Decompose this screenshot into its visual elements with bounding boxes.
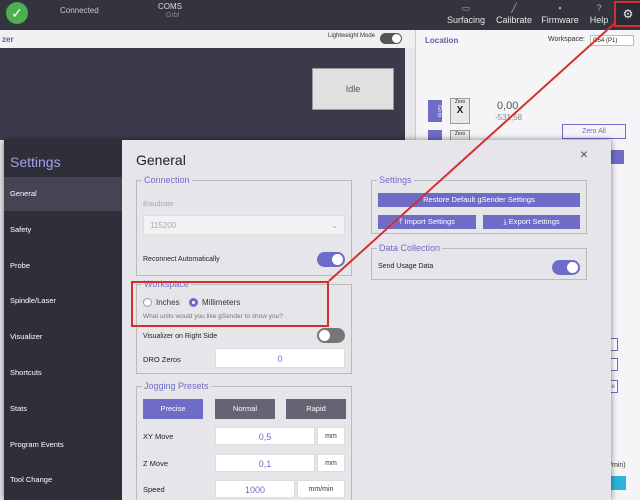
coms-label: COMS: [158, 2, 182, 11]
sidebar-item-visualizer[interactable]: Visualizer: [4, 320, 122, 354]
help-button[interactable]: ? Help: [588, 2, 610, 28]
import-settings-button[interactable]: ⤒ Import Settings: [378, 215, 476, 229]
baudrate-value: 115200: [150, 221, 177, 230]
sidebar-item-safety[interactable]: Safety: [4, 213, 122, 247]
firmware-icon: ▪: [558, 3, 562, 13]
firmware-type-label: Grbl: [166, 12, 180, 19]
annotation-highlight-box: [131, 281, 329, 327]
sidebar-item-stats[interactable]: Stats: [4, 392, 122, 426]
baudrate-select[interactable]: 115200 ⌄: [143, 215, 345, 235]
visualizer-right-label: Visualizer on Right Side: [143, 333, 218, 340]
lightweight-mode-toggle[interactable]: [380, 33, 402, 44]
location-title: Location: [425, 36, 459, 45]
sidebar-item-general[interactable]: General: [4, 177, 122, 211]
calibrate-button[interactable]: ╱ Calibrate: [494, 2, 534, 28]
upload-icon: ⤒: [399, 217, 403, 226]
visualizer-right-toggle[interactable]: [317, 328, 345, 343]
download-icon: ⤓: [503, 217, 507, 226]
xy-move-label: XY Move: [143, 432, 174, 441]
xy-move-input[interactable]: 0,5: [215, 427, 315, 445]
workspace-label: Workspace:: [548, 36, 585, 43]
preset-precise-button[interactable]: Precise: [143, 399, 203, 419]
top-bar: ✓ Connected COMS Grbl ▭ Surfacing ╱ Cali…: [0, 0, 640, 30]
data-collection-group: Data Collection Send Usage Data: [371, 243, 587, 280]
connection-group: Connection Baudrate 115200 ⌄ Reconnect A…: [136, 175, 352, 276]
sidebar-item-probe[interactable]: Probe: [4, 249, 122, 283]
coord-x-value: 0,00: [497, 100, 519, 112]
goto-x-button[interactable]: Go to: [428, 100, 442, 122]
coord-x-machine: -531,58: [495, 113, 523, 122]
close-icon[interactable]: ×: [576, 146, 592, 162]
preset-rapid-button[interactable]: Rapid: [286, 399, 346, 419]
connection-title: Connection: [142, 175, 192, 185]
usage-data-toggle[interactable]: [552, 260, 580, 275]
toggle-knob: [319, 330, 330, 341]
settings-group: Settings Restore Default gSender Setting…: [371, 175, 587, 234]
chevron-down-icon: ⌄: [331, 221, 338, 230]
lightweight-mode-label: Lightweight Mode: [328, 33, 376, 39]
speed-unit: mm/min: [297, 480, 345, 498]
check-icon[interactable]: ✓: [6, 2, 28, 24]
z-move-unit: mm: [317, 454, 345, 472]
sidebar-item-shortcuts[interactable]: Shortcuts: [4, 356, 122, 390]
jogging-presets-title: Jogging Presets: [142, 381, 211, 391]
z-move-label: Z Move: [143, 459, 169, 468]
settings-title: Settings: [10, 154, 61, 170]
dro-zeros-label: DRO Zeros: [143, 355, 181, 364]
calibrate-label: Calibrate: [495, 15, 533, 25]
export-settings-button[interactable]: ⤓ Export Settings: [483, 215, 580, 229]
gear-icon[interactable]: ⚙: [614, 1, 640, 27]
restore-defaults-button[interactable]: Restore Default gSender Settings: [378, 193, 580, 207]
toggle-knob: [567, 262, 578, 273]
reconnect-toggle[interactable]: [317, 252, 345, 267]
page-title: General: [136, 152, 186, 168]
speed-label: Speed: [143, 485, 165, 494]
zero-x-button[interactable]: Zero X: [450, 98, 470, 124]
usage-data-label: Send Usage Data: [378, 263, 434, 270]
reconnect-label: Reconnect Automatically: [143, 256, 220, 263]
data-collection-title: Data Collection: [377, 243, 443, 253]
speed-input[interactable]: 1000: [215, 480, 295, 498]
connection-status: Connected: [60, 6, 99, 15]
settings-sidebar: Settings General Safety Probe Spindle/La…: [4, 140, 122, 500]
import-settings-label: Import Settings: [404, 217, 455, 226]
help-label: Help: [589, 15, 609, 25]
workspace-select[interactable]: G54 (P1): [590, 35, 634, 46]
dro-zeros-input[interactable]: 0: [215, 348, 345, 368]
jogging-presets-group: Jogging Presets Precise Normal Rapid XY …: [136, 381, 352, 500]
sidebar-item-tool-change[interactable]: Tool Change: [4, 463, 122, 497]
firmware-button[interactable]: ▪ Firmware: [540, 2, 580, 28]
z-move-input[interactable]: 0,1: [215, 454, 315, 472]
sidebar-item-program-events[interactable]: Program Events: [4, 428, 122, 462]
toggle-knob: [332, 254, 343, 265]
calibrate-icon: ╱: [511, 3, 517, 13]
help-icon: ?: [596, 3, 602, 13]
zero-all-button[interactable]: Zero All: [562, 124, 626, 139]
baudrate-label: Baudrate: [143, 199, 174, 208]
export-settings-label: Export Settings: [508, 217, 560, 226]
surfacing-label: Surfacing: [446, 15, 486, 25]
visualizer-title: zer: [2, 35, 14, 44]
firmware-label: Firmware: [541, 15, 579, 25]
settings-group-title: Settings: [377, 175, 414, 185]
surfacing-icon: ▭: [461, 3, 471, 13]
xy-move-unit: mm: [317, 427, 345, 445]
axis-x-label: X: [456, 105, 464, 116]
preset-normal-button[interactable]: Normal: [215, 399, 275, 419]
sidebar-item-spindle-laser[interactable]: Spindle/Laser: [4, 284, 122, 318]
machine-state-badge: Idle: [312, 68, 394, 110]
surfacing-button[interactable]: ▭ Surfacing: [446, 2, 486, 28]
